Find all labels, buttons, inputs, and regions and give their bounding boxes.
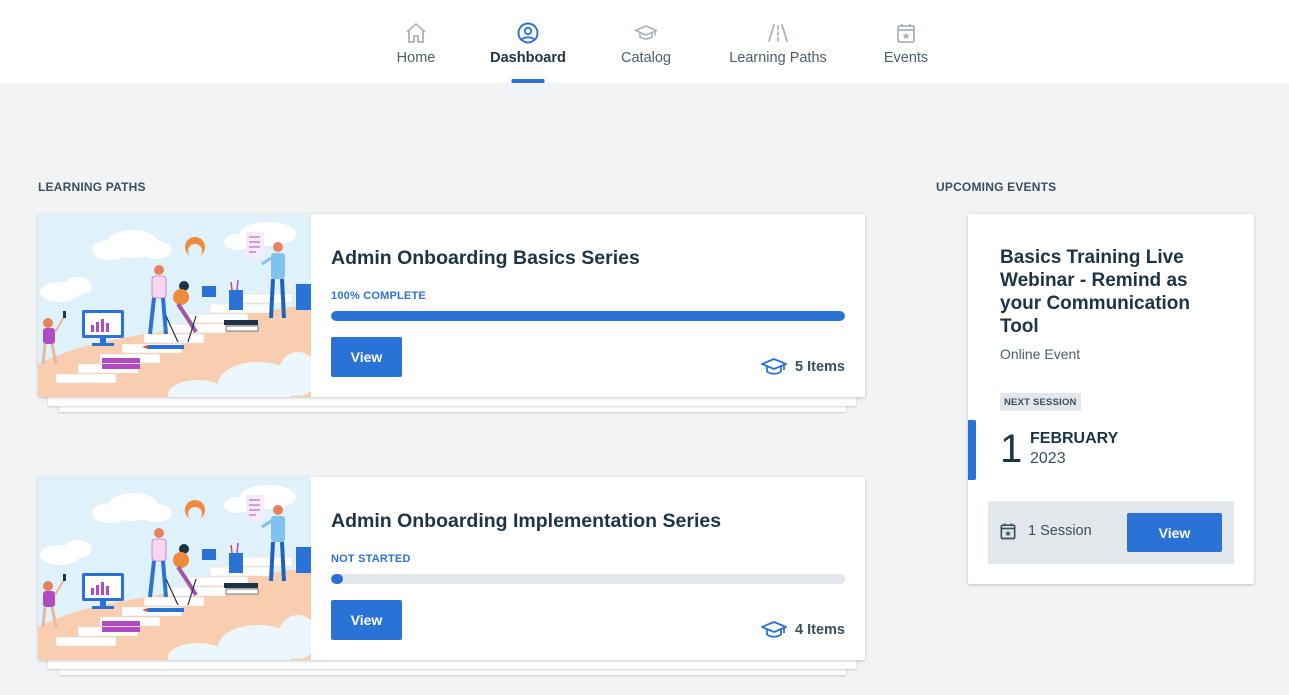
nav-events[interactable]: Events xyxy=(866,0,946,83)
nav-home-label: Home xyxy=(396,50,436,66)
progress-bar xyxy=(331,311,845,321)
next-session-badge: NEXT SESSION xyxy=(1000,393,1081,411)
user-circle-icon xyxy=(517,22,539,44)
learning-path-card[interactable]: Admin Onboarding Basics Series 100% COMP… xyxy=(38,214,865,397)
learning-path-thumbnail xyxy=(38,477,311,660)
road-icon xyxy=(768,24,788,42)
event-title[interactable]: Basics Training Live Webinar - Remind as… xyxy=(1000,246,1220,338)
view-button[interactable]: View xyxy=(331,337,402,377)
event-type: Online Event xyxy=(1000,346,1081,362)
nav-catalog-label: Catalog xyxy=(621,50,671,66)
event-day: 1 xyxy=(1000,427,1023,471)
staircase-illustration xyxy=(38,477,311,660)
learning-path-card-wrapper: Admin Onboarding Implementation Series N… xyxy=(38,477,865,677)
learning-path-thumbnail xyxy=(38,214,311,397)
progress-bar-fill xyxy=(331,574,343,584)
view-button[interactable]: View xyxy=(331,600,402,640)
session-count-label: 1 Session xyxy=(1028,523,1092,539)
calendar-star-icon xyxy=(897,24,915,43)
learning-path-title[interactable]: Admin Onboarding Basics Series xyxy=(331,247,640,270)
graduation-cap-icon xyxy=(761,621,787,638)
event-month: FEBRUARY xyxy=(1030,430,1119,447)
nav-learning-paths[interactable]: Learning Paths xyxy=(718,0,838,83)
graduation-cap-icon xyxy=(761,358,787,375)
nav-learning-paths-label: Learning Paths xyxy=(729,50,827,66)
graduation-cap-icon xyxy=(634,25,658,40)
nav-home[interactable]: Home xyxy=(376,0,456,83)
calendar-star-icon xyxy=(1000,523,1016,540)
event-card[interactable]: Basics Training Live Webinar - Remind as… xyxy=(968,214,1254,584)
date-accent-bar xyxy=(968,420,976,480)
item-count: 5 Items xyxy=(761,357,845,377)
home-icon xyxy=(406,23,426,43)
item-count-label: 4 Items xyxy=(795,622,845,638)
progress-bar xyxy=(331,574,845,584)
nav-events-label: Events xyxy=(883,50,929,66)
learning-path-card-wrapper: Admin Onboarding Basics Series 100% COMP… xyxy=(38,214,865,414)
progress-bar-fill xyxy=(331,311,845,321)
item-count-label: 5 Items xyxy=(795,359,845,375)
staircase-illustration xyxy=(38,214,311,397)
session-count: 1 Session xyxy=(998,521,1092,541)
learning-path-title[interactable]: Admin Onboarding Implementation Series xyxy=(331,510,721,533)
event-footer: 1 Session View xyxy=(988,501,1234,564)
learning-paths-heading: LEARNING PATHS xyxy=(38,180,146,194)
nav-dashboard[interactable]: Dashboard xyxy=(484,0,572,83)
completion-status: 100% COMPLETE xyxy=(331,290,426,302)
item-count: 4 Items xyxy=(761,620,845,640)
learning-path-card[interactable]: Admin Onboarding Implementation Series N… xyxy=(38,477,865,660)
upcoming-events-heading: UPCOMING EVENTS xyxy=(936,180,1057,194)
top-navigation: Home Dashboard Catalog Learning Paths Ev… xyxy=(0,0,1289,83)
nav-dashboard-label: Dashboard xyxy=(490,50,566,66)
nav-catalog[interactable]: Catalog xyxy=(606,0,686,83)
completion-status: NOT STARTED xyxy=(331,553,411,565)
active-tab-indicator xyxy=(511,79,545,83)
event-year: 2023 xyxy=(1030,450,1066,467)
event-view-button[interactable]: View xyxy=(1127,513,1222,552)
